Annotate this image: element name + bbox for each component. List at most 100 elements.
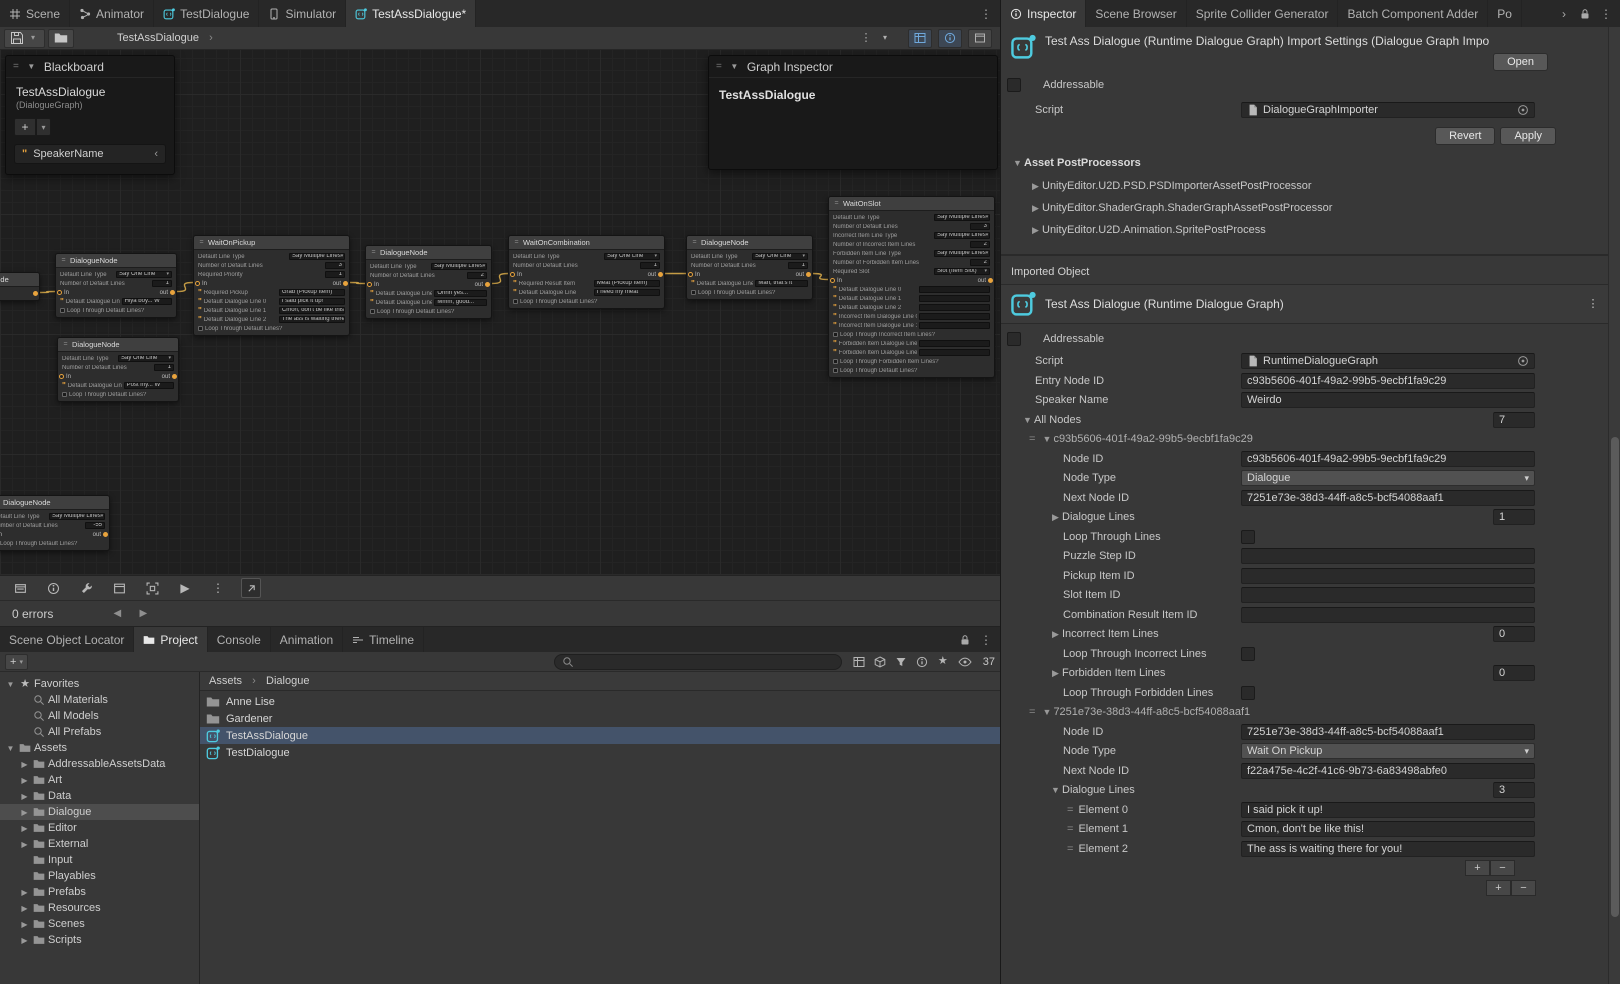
caret-down-icon[interactable]: ▾ <box>879 32 891 44</box>
play-button[interactable]: ▶ <box>175 578 195 598</box>
tab-testdialogue[interactable]: TestDialogue <box>154 0 259 27</box>
checkbox-loop-through-incorrect-lines[interactable] <box>1241 647 1255 661</box>
node-dropdown[interactable]: Say Multiple Lines▾ <box>49 513 105 520</box>
checkbox-loop-through-lines[interactable] <box>1241 530 1255 544</box>
next-error-button[interactable]: ▶ <box>137 608 149 620</box>
revert-button[interactable]: Revert <box>1435 127 1495 145</box>
drag-handle-icon[interactable]: = <box>1029 433 1035 445</box>
node-checkbox[interactable] <box>691 290 696 295</box>
text-field-next-node-id[interactable]: f22a475e-4c2f-41c6-9b73-6a83498abfe0 <box>1241 763 1535 779</box>
save-graph-button[interactable]: ▾ <box>4 29 45 48</box>
port-out[interactable] <box>658 272 663 277</box>
tree-item-scenes[interactable]: ▶Scenes <box>0 916 199 932</box>
array-size-field[interactable]: 1 <box>1493 509 1535 525</box>
addressable-checkbox[interactable] <box>1007 78 1021 92</box>
kebab-icon[interactable]: ⋮ <box>1600 8 1612 20</box>
node-number-field[interactable]: 2 <box>970 241 990 248</box>
node-text-field[interactable] <box>919 295 990 302</box>
blackboard-add-button[interactable]: + <box>14 118 36 136</box>
remove-element-button[interactable]: − <box>1490 860 1515 876</box>
text-field-node-id[interactable]: c93b5606-401f-49a2-99b5-9ecbf1fa9c29 <box>1241 451 1535 467</box>
asset-item-anne-lise[interactable]: Anne Lise <box>200 693 1000 710</box>
text-field-element-1[interactable]: Cmon, don't be like this! <box>1241 821 1535 837</box>
port-in[interactable] <box>195 281 200 286</box>
foldout-icon[interactable]: ▼ <box>1040 434 1053 444</box>
info-button[interactable] <box>43 578 63 598</box>
previous-error-button[interactable]: ◀ <box>111 608 123 620</box>
foldout-icon[interactable]: ▼ <box>5 744 16 753</box>
graph-node-dialoguenode[interactable]: =DialogueNodeDefault Line TypeSay Multip… <box>0 495 110 551</box>
array-size-field[interactable]: 0 <box>1493 626 1535 642</box>
node-dropdown[interactable]: Say One Line▾ <box>116 271 172 278</box>
tree-item-data[interactable]: ▶Data <box>0 788 199 804</box>
node-text-field[interactable] <box>919 340 990 347</box>
funnel-button[interactable] <box>895 656 907 668</box>
node-text-field[interactable] <box>919 322 990 329</box>
blackboard-header[interactable]: = ▼ Blackboard <box>6 56 174 78</box>
foldout-icon[interactable]: ▼ <box>25 62 38 71</box>
graph-node-dialoguenode[interactable]: =DialogueNodeDefault Line TypeSay One Li… <box>686 235 813 300</box>
remove-element-button[interactable]: − <box>1511 880 1536 896</box>
node-number-field[interactable]: 1 <box>325 271 345 278</box>
tree-item-prefabs[interactable]: ▶Prefabs <box>0 884 199 900</box>
tree-item-all-materials[interactable]: All Materials <box>0 692 199 708</box>
node-dropdown[interactable]: Say Multiple Lines▾ <box>934 250 990 257</box>
tab-animator[interactable]: Animator <box>70 0 154 27</box>
node-number-field[interactable]: 3 <box>325 262 345 269</box>
graph-node-dialoguenode[interactable]: =DialogueNodeDefault Line TypeSay One Li… <box>55 253 177 318</box>
node-title[interactable]: =DialogueNode <box>0 496 109 510</box>
node-dropdown[interactable]: Say Multiple Lines▾ <box>431 263 487 270</box>
drag-handle-icon[interactable]: = <box>1067 804 1073 816</box>
info-button[interactable] <box>916 656 928 668</box>
addressable-checkbox[interactable] <box>1007 332 1021 346</box>
tree-item-external[interactable]: ▶External <box>0 836 199 852</box>
toggle-window-button[interactable] <box>968 29 992 48</box>
port-out[interactable] <box>988 278 993 283</box>
node-number-field[interactable]: 1 <box>152 280 172 287</box>
text-field-element-2[interactable]: The ass is waiting there for you! <box>1241 841 1535 857</box>
kebab-icon[interactable]: ⋮ <box>1587 298 1599 310</box>
port-out[interactable] <box>33 291 38 296</box>
tab-project[interactable]: Project <box>134 627 207 652</box>
tree-item-editor[interactable]: ▶Editor <box>0 820 199 836</box>
node-checkbox[interactable] <box>833 368 838 373</box>
node-title[interactable]: =DialogueNode <box>56 254 176 268</box>
drag-handle-icon[interactable]: = <box>1029 706 1035 718</box>
frame-button[interactable] <box>142 578 162 598</box>
text-field-speaker-name[interactable]: Weirdo <box>1241 392 1535 408</box>
postprocessor-row[interactable]: ▶UnityEditor.U2D.PSD.PSDImporterAssetPos… <box>1001 175 1608 197</box>
blackboard-add-dropdown[interactable]: ▾ <box>37 118 51 136</box>
tab-po[interactable]: Po <box>1488 0 1522 27</box>
port-in[interactable] <box>367 282 372 287</box>
kebab-icon[interactable]: ⋮ <box>860 32 872 44</box>
text-field-node-id[interactable]: 7251e73e-38d3-44ff-a8c5-bcf54088aaf1 <box>1241 724 1535 740</box>
node-dropdown[interactable]: Say Multiple Lines▾ <box>934 214 990 221</box>
arrow-ne-button[interactable] <box>241 578 261 598</box>
text-field-puzzle-step-id[interactable] <box>1241 548 1535 564</box>
node-text-field[interactable]: Cmon, don't be like this! <box>279 307 345 314</box>
graph-node-waitonslot[interactable]: =WaitOnSlotDefault Line TypeSay Multiple… <box>828 196 995 378</box>
foldout-icon[interactable]: ▶ <box>19 808 30 817</box>
create-asset-button[interactable]: + ▾ <box>5 654 28 670</box>
node-text-field[interactable] <box>919 349 990 356</box>
add-element-button[interactable]: + <box>1465 860 1490 876</box>
node-text-field[interactable] <box>919 304 990 311</box>
kebab-button[interactable]: ⋮ <box>208 578 228 598</box>
port-in[interactable] <box>57 290 62 295</box>
breadcrumb-segment[interactable]: Dialogue <box>266 675 309 687</box>
foldout-icon[interactable]: ▶ <box>19 840 30 849</box>
foldout-icon[interactable]: ▶ <box>1029 225 1042 236</box>
foldout-icon[interactable]: ▶ <box>19 760 30 769</box>
postprocessor-row[interactable]: ▶UnityEditor.ShaderGraph.ShaderGraphAsse… <box>1001 197 1608 219</box>
tab-scene-browser[interactable]: Scene Browser <box>1086 0 1186 27</box>
node-checkbox[interactable] <box>833 332 838 337</box>
node-checkbox[interactable] <box>370 309 375 314</box>
node-checkbox[interactable] <box>60 308 65 313</box>
kebab-icon[interactable]: ⋮ <box>980 634 992 646</box>
foldout-icon[interactable]: ▶ <box>19 776 30 785</box>
tree-item-art[interactable]: ▶Art <box>0 772 199 788</box>
layout-button[interactable] <box>853 656 865 668</box>
text-field-combination-result-item-id[interactable] <box>1241 607 1535 623</box>
foldout-icon[interactable]: ▶ <box>19 824 30 833</box>
tab-console[interactable]: Console <box>208 627 271 652</box>
